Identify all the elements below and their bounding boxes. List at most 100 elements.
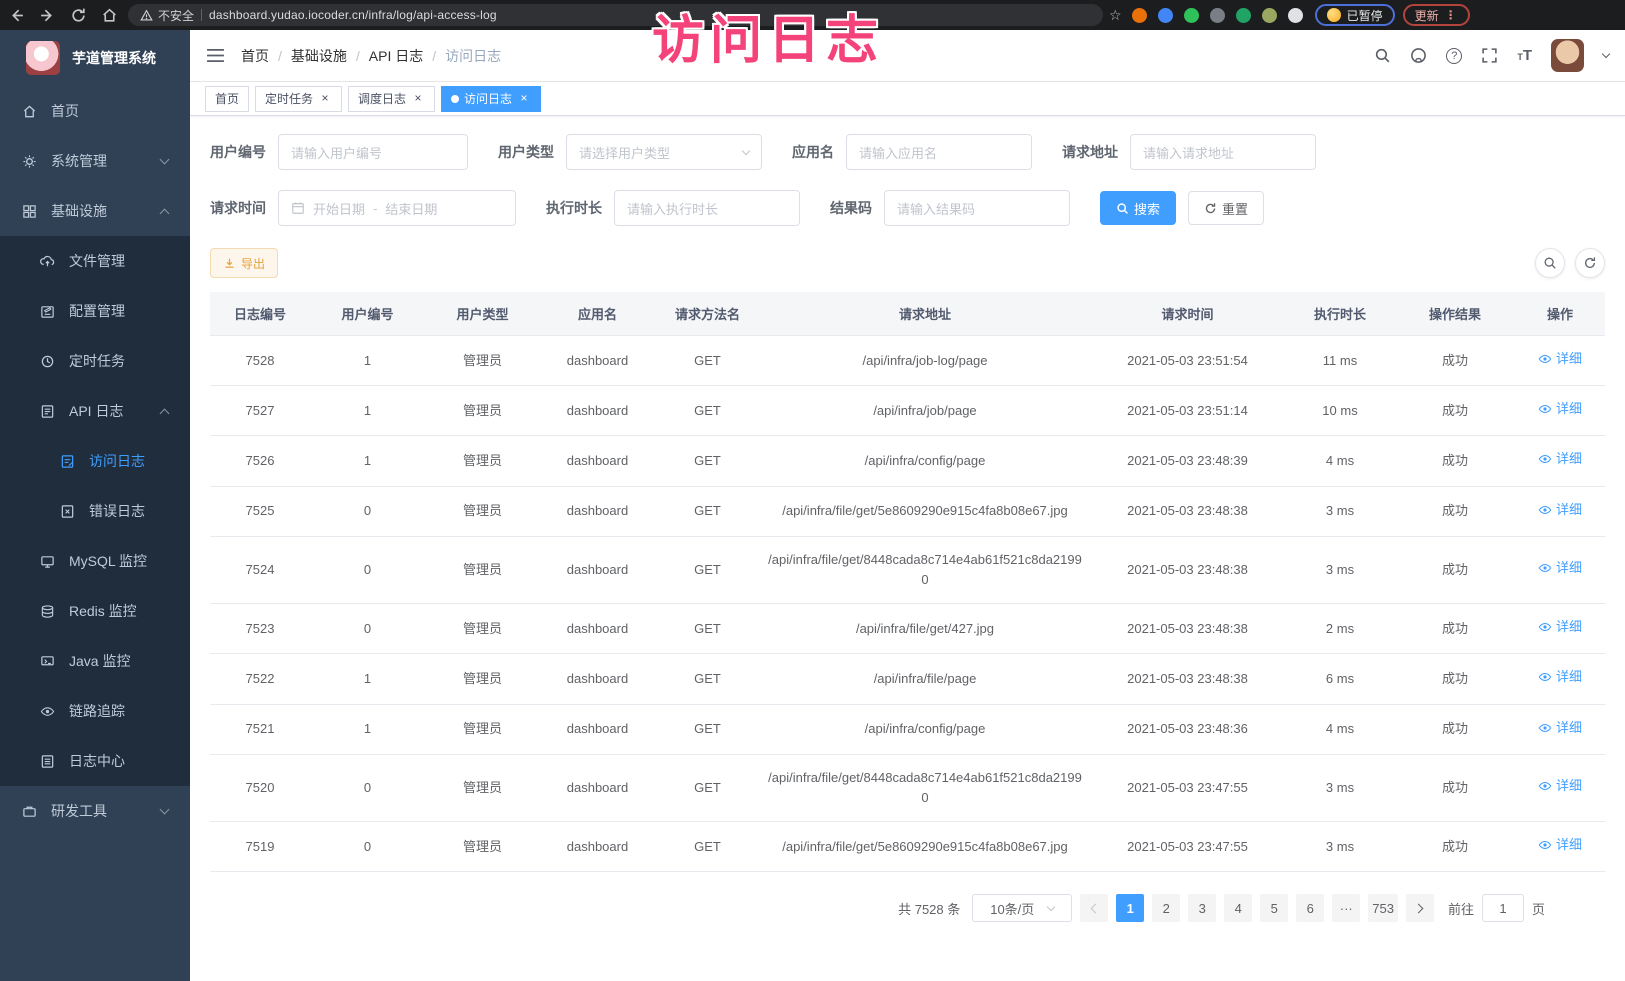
search-button[interactable]: 搜索 bbox=[1100, 191, 1176, 225]
page-button-1[interactable]: 1 bbox=[1116, 894, 1144, 922]
page-button-5[interactable]: 5 bbox=[1260, 894, 1288, 922]
chevron-down-icon[interactable] bbox=[1602, 49, 1610, 57]
sidebar-item-错误日志[interactable]: 错误日志 bbox=[0, 486, 190, 536]
update-button[interactable]: 更新 ⋮ bbox=[1403, 4, 1470, 26]
sidebar-item-基础设施[interactable]: 基础设施 bbox=[0, 186, 190, 236]
font-size-icon[interactable]: TT bbox=[1517, 47, 1532, 64]
security-chip[interactable]: 不安全 bbox=[140, 7, 194, 24]
extension-orange-ring[interactable] bbox=[1132, 8, 1147, 23]
tab-定时任务[interactable]: 定时任务× bbox=[255, 86, 342, 112]
sidebar-item-文件管理[interactable]: 文件管理 bbox=[0, 236, 190, 286]
mysql-icon bbox=[40, 554, 55, 569]
back-icon[interactable] bbox=[8, 7, 25, 24]
sidebar-item-redis-监控[interactable]: Redis 监控 bbox=[0, 586, 190, 636]
detail-link[interactable]: 详细 bbox=[1538, 558, 1582, 578]
prev-page-button[interactable] bbox=[1080, 894, 1108, 922]
app-name-cell: dashboard bbox=[540, 604, 655, 654]
app-name-label: 应用名 bbox=[792, 142, 834, 162]
reset-button[interactable]: 重置 bbox=[1188, 191, 1264, 225]
next-page-button[interactable] bbox=[1406, 894, 1434, 922]
sidebar-item-java-监控[interactable]: Java 监控 bbox=[0, 636, 190, 686]
page-button-2[interactable]: 2 bbox=[1152, 894, 1180, 922]
fullscreen-icon[interactable] bbox=[1481, 47, 1498, 64]
result-code-input[interactable]: 请输入结果码 bbox=[884, 190, 1070, 226]
eye-icon bbox=[1538, 503, 1552, 517]
sidebar-item-首页[interactable]: 首页 bbox=[0, 86, 190, 136]
close-icon[interactable]: × bbox=[411, 92, 425, 106]
tab-首页[interactable]: 首页 bbox=[205, 86, 249, 112]
table-row: 75221管理员dashboardGET/api/infra/file/page… bbox=[210, 654, 1605, 704]
detail-link[interactable]: 详细 bbox=[1538, 835, 1582, 855]
reload-icon[interactable] bbox=[70, 7, 87, 24]
forward-icon[interactable] bbox=[39, 7, 56, 24]
extension-blue-shield[interactable] bbox=[1158, 8, 1173, 23]
request-url-input[interactable]: 请输入请求地址 bbox=[1130, 134, 1316, 170]
extension-paw[interactable] bbox=[1288, 8, 1303, 23]
sidebar-item-访问日志[interactable]: 访问日志 bbox=[0, 436, 190, 486]
logo[interactable]: 芋道管理系统 bbox=[0, 30, 190, 86]
detail-link[interactable]: 详细 bbox=[1538, 718, 1582, 738]
browser-menu-icon[interactable]: ⋮ bbox=[1445, 8, 1458, 22]
sidebar-item-label: 定时任务 bbox=[69, 351, 125, 371]
detail-link[interactable]: 详细 bbox=[1538, 399, 1582, 419]
tab-访问日志[interactable]: 访问日志× bbox=[441, 86, 541, 112]
sidebar-item-系统管理[interactable]: 系统管理 bbox=[0, 136, 190, 186]
detail-link[interactable]: 详细 bbox=[1538, 449, 1582, 469]
duration-cell: 11 ms bbox=[1285, 336, 1395, 386]
page-size-select[interactable]: 10条/页 bbox=[972, 894, 1072, 922]
user-id-input[interactable]: 请输入用户编号 bbox=[278, 134, 468, 170]
sidebar-item-定时任务[interactable]: 定时任务 bbox=[0, 336, 190, 386]
sidebar-item-label: MySQL 监控 bbox=[69, 551, 147, 571]
app-name-input[interactable]: 请输入应用名 bbox=[846, 134, 1032, 170]
address-bar[interactable]: 不安全 dashboard.yudao.iocoder.cn/infra/log… bbox=[128, 4, 1103, 26]
help-icon[interactable]: ? bbox=[1446, 48, 1462, 64]
log-id-cell: 7524 bbox=[210, 536, 310, 603]
breadcrumb-item[interactable]: 首页 bbox=[241, 46, 269, 66]
refresh-table-button[interactable] bbox=[1575, 248, 1605, 278]
chevron-down-icon bbox=[160, 805, 170, 815]
export-button[interactable]: 导出 bbox=[210, 248, 278, 278]
home-icon[interactable] bbox=[101, 7, 118, 24]
sidebar-item-链路追踪[interactable]: 链路追踪 bbox=[0, 686, 190, 736]
github-icon[interactable] bbox=[1410, 47, 1427, 64]
user-type-select[interactable]: 请选择用户类型 bbox=[566, 134, 762, 170]
request-time-range-picker[interactable]: 开始日期 - 结束日期 bbox=[278, 190, 516, 226]
breadcrumb-item[interactable]: 基础设施 bbox=[291, 46, 347, 66]
sidebar-item-研发工具[interactable]: 研发工具 bbox=[0, 786, 190, 836]
sidebar-item-配置管理[interactable]: 配置管理 bbox=[0, 286, 190, 336]
bookmark-star-icon[interactable]: ☆ bbox=[1109, 7, 1122, 24]
toggle-search-button[interactable] bbox=[1535, 248, 1565, 278]
duration-input[interactable]: 请输入执行时长 bbox=[614, 190, 800, 226]
table-row: 75200管理员dashboardGET/api/infra/file/get/… bbox=[210, 754, 1605, 821]
extension-green-circle[interactable] bbox=[1184, 8, 1199, 23]
sidebar-item-mysql-监控[interactable]: MySQL 监控 bbox=[0, 536, 190, 586]
search-icon[interactable] bbox=[1374, 47, 1391, 64]
detail-link[interactable]: 详细 bbox=[1538, 349, 1582, 369]
detail-link[interactable]: 详细 bbox=[1538, 617, 1582, 637]
extension-bug[interactable] bbox=[1262, 8, 1277, 23]
page-button-3[interactable]: 3 bbox=[1188, 894, 1216, 922]
paused-badge[interactable]: 已暂停 bbox=[1315, 4, 1395, 26]
page-button-4[interactable]: 4 bbox=[1224, 894, 1252, 922]
sidebar-item-日志中心[interactable]: 日志中心 bbox=[0, 736, 190, 786]
page-button-753[interactable]: 753 bbox=[1368, 894, 1398, 922]
close-icon[interactable]: × bbox=[318, 92, 332, 106]
more-pages-button[interactable]: ··· bbox=[1332, 894, 1360, 922]
page-button-6[interactable]: 6 bbox=[1296, 894, 1324, 922]
sidebar-menu: 首页系统管理基础设施文件管理配置管理定时任务 API 日志访问日志错误日志 MySQ… bbox=[0, 86, 190, 836]
close-icon[interactable]: × bbox=[517, 92, 531, 106]
hamburger-icon[interactable] bbox=[206, 48, 225, 63]
sidebar-item-api-日志[interactable]: API 日志 bbox=[0, 386, 190, 436]
jump-page-input[interactable]: 1 bbox=[1482, 894, 1524, 922]
user-avatar[interactable] bbox=[1551, 39, 1584, 72]
extension-grid[interactable] bbox=[1210, 8, 1225, 23]
detail-link[interactable]: 详细 bbox=[1538, 500, 1582, 520]
breadcrumb-item[interactable]: API 日志 bbox=[369, 46, 423, 66]
gear-icon bbox=[22, 154, 37, 169]
tab-调度日志[interactable]: 调度日志× bbox=[348, 86, 435, 112]
detail-link[interactable]: 详细 bbox=[1538, 667, 1582, 687]
detail-link[interactable]: 详细 bbox=[1538, 776, 1582, 796]
request-url-cell: /api/infra/config/page bbox=[760, 704, 1090, 754]
user-type-cell: 管理员 bbox=[425, 536, 540, 603]
extension-green-square[interactable] bbox=[1236, 8, 1251, 23]
